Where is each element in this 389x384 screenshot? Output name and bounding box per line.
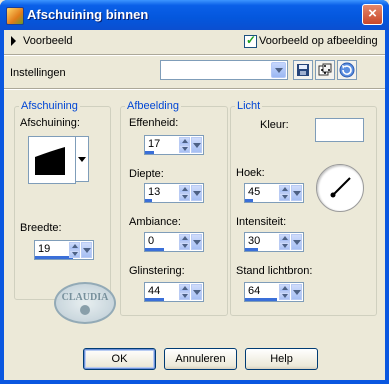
chevron-down-icon[interactable] — [191, 234, 202, 250]
width-value: 19 — [38, 243, 51, 255]
divider — [4, 88, 385, 90]
chevron-down-icon — [78, 157, 86, 162]
preview-row: Voorbeeld Voorbeeld op afbeelding — [4, 30, 385, 52]
angle-spinner[interactable]: 45 — [244, 183, 304, 203]
save-preset-button[interactable] — [293, 60, 313, 80]
shininess-updown[interactable] — [179, 284, 190, 300]
shininess-value: 44 — [148, 285, 161, 297]
bevel-shape-preview[interactable] — [28, 136, 76, 184]
angle-label: Hoek: — [236, 167, 265, 179]
width-updown[interactable] — [69, 242, 80, 258]
randomize-button[interactable] — [315, 60, 335, 80]
chevron-down-icon[interactable] — [191, 185, 202, 201]
depth-updown[interactable] — [179, 185, 190, 201]
depth-label: Diepte: — [129, 168, 164, 180]
light-color-swatch[interactable] — [315, 118, 364, 142]
light-position-level-bar — [245, 298, 277, 301]
image-group-legend: Afbeelding — [127, 100, 179, 112]
close-button[interactable]: × — [362, 4, 383, 25]
width-spinner[interactable]: 19 — [34, 240, 94, 260]
chevron-down-icon[interactable] — [291, 284, 302, 300]
reset-button[interactable] — [337, 60, 357, 80]
ambience-spinner[interactable]: 0 — [144, 232, 204, 252]
light-group-legend: Licht — [237, 100, 261, 112]
title-bar[interactable]: Afschuining binnen × — [0, 0, 389, 30]
chevron-down-icon[interactable] — [81, 242, 92, 258]
light-position-value: 64 — [248, 285, 261, 297]
mouse-icon — [80, 305, 90, 315]
smoothness-level-bar — [145, 151, 154, 154]
ambience-updown[interactable] — [179, 234, 190, 250]
angle-level-bar — [245, 199, 253, 202]
bevel-shape-dropdown[interactable] — [75, 136, 89, 182]
reset-icon — [339, 62, 355, 78]
settings-label: Instellingen — [10, 67, 66, 79]
expand-arrow-icon[interactable] — [11, 36, 16, 46]
dialog-client: Voorbeeld Voorbeeld op afbeelding Instel… — [4, 30, 385, 380]
angle-updown[interactable] — [279, 185, 290, 201]
angle-needle-icon — [330, 177, 351, 198]
preview-on-image-checkbox[interactable] — [244, 33, 257, 48]
intensity-spinner[interactable]: 30 — [244, 232, 304, 252]
window-title: Afschuining binnen — [27, 7, 149, 22]
light-position-updown[interactable] — [279, 284, 290, 300]
bevel-shape-icon — [35, 147, 65, 175]
dice-icon — [318, 63, 332, 76]
intensity-level-bar — [245, 248, 258, 251]
cancel-button[interactable]: Annuleren — [164, 348, 237, 370]
watermark-text: CLAUDIA — [61, 292, 109, 303]
light-position-label: Stand lichtbron: — [236, 265, 313, 277]
angle-dial[interactable] — [316, 164, 364, 212]
intensity-updown[interactable] — [279, 234, 290, 250]
floppy-disk-icon — [297, 64, 309, 76]
color-label: Kleur: — [260, 119, 289, 131]
ambience-level-bar — [145, 248, 164, 251]
intensity-label: Intensiteit: — [236, 216, 287, 228]
smoothness-spinner[interactable]: 17 — [144, 135, 204, 155]
ambience-value: 0 — [148, 235, 155, 247]
shininess-level-bar — [145, 298, 164, 301]
depth-spinner[interactable]: 13 — [144, 183, 204, 203]
width-level-bar — [35, 256, 73, 259]
shininess-spinner[interactable]: 44 — [144, 282, 204, 302]
settings-dropdown[interactable] — [160, 60, 288, 80]
divider — [4, 54, 385, 56]
watermark-logo: CLAUDIA — [54, 282, 116, 324]
dialog-window: Afschuining binnen × Voorbeeld Voorbeeld… — [0, 0, 389, 384]
bevel-group-legend: Afschuining — [21, 100, 78, 112]
ok-button[interactable]: OK — [83, 348, 156, 370]
bevel-group: Afschuining — [14, 100, 111, 300]
app-icon — [6, 7, 24, 25]
shininess-label: Glinstering: — [129, 265, 185, 277]
smoothness-updown[interactable] — [179, 137, 190, 153]
chevron-down-icon[interactable] — [291, 185, 302, 201]
depth-value: 13 — [148, 186, 161, 198]
angle-value: 45 — [248, 186, 261, 198]
intensity-value: 30 — [248, 235, 261, 247]
chevron-down-icon[interactable] — [191, 284, 202, 300]
chevron-down-icon[interactable] — [191, 137, 202, 153]
preview-on-image-label[interactable]: Voorbeeld op afbeelding — [259, 35, 378, 47]
bevel-shape-label: Afschuining: — [20, 117, 80, 129]
preview-toggle-label[interactable]: Voorbeeld — [23, 35, 73, 47]
depth-level-bar — [145, 199, 152, 202]
ambience-label: Ambiance: — [129, 216, 181, 228]
light-position-spinner[interactable]: 64 — [244, 282, 304, 302]
smoothness-label: Effenheid: — [129, 117, 179, 129]
chevron-down-icon[interactable] — [291, 234, 302, 250]
help-button[interactable]: Help — [245, 348, 318, 370]
smoothness-value: 17 — [148, 138, 161, 150]
chevron-down-icon[interactable] — [271, 62, 286, 78]
width-label: Breedte: — [20, 222, 62, 234]
